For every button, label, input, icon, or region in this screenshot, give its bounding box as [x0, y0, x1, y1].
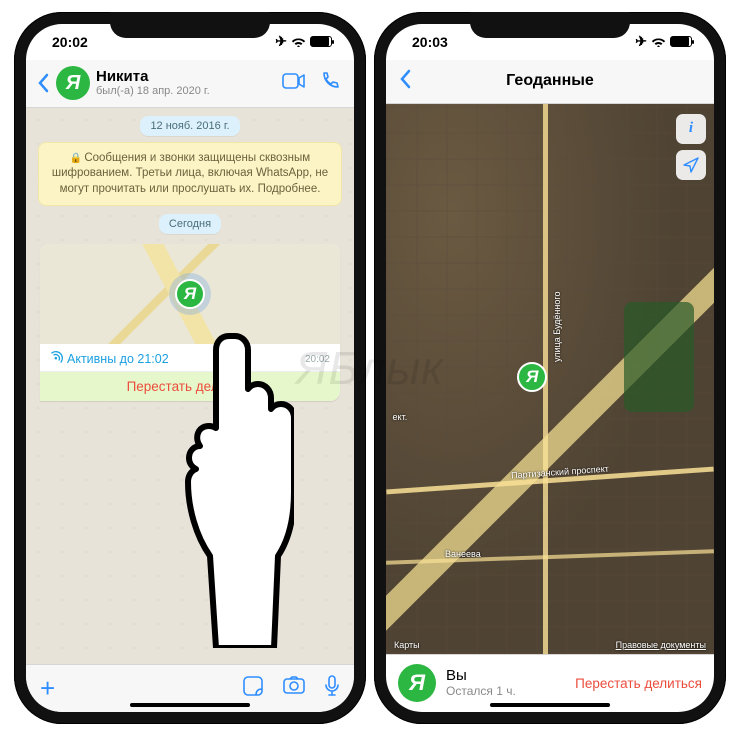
time-remaining: Остался 1 ч.	[446, 684, 516, 698]
stop-sharing-button[interactable]: Перестать делиться	[575, 676, 702, 691]
date-pill: 12 нояб. 2016 г.	[140, 116, 239, 136]
chat-header: Я Никита был(-а) 18 апр. 2020 г.	[26, 60, 354, 108]
location-pin: Я	[169, 273, 211, 315]
pointer-hand-icon	[174, 328, 294, 648]
screen-geodata: 20:03 ✈︎ Геоданные улица Будённого Парти…	[386, 24, 714, 712]
info-button[interactable]: i	[676, 114, 706, 144]
phone-right: 20:03 ✈︎ Геоданные улица Будённого Парти…	[374, 12, 726, 724]
map-attribution: Карты Правовые документы	[394, 640, 706, 650]
page-title: Геоданные	[422, 72, 678, 90]
location-pin[interactable]: Я	[517, 362, 551, 396]
airplane-icon: ✈︎	[275, 33, 287, 50]
park-area	[624, 302, 694, 412]
home-indicator[interactable]	[130, 703, 250, 707]
camera-icon[interactable]	[282, 675, 306, 702]
mic-icon[interactable]	[324, 675, 340, 702]
wifi-icon	[651, 34, 666, 50]
back-button[interactable]	[398, 69, 422, 94]
locate-button[interactable]	[676, 150, 706, 180]
screen-whatsapp: 20:02 ✈︎ Я Никита был(-а) 18 апр. 2020 г…	[26, 24, 354, 712]
status-time: 20:02	[52, 34, 88, 50]
notch	[110, 12, 270, 38]
pin-avatar: Я	[517, 362, 547, 392]
status-right: ✈︎	[635, 33, 692, 50]
broadcast-icon	[50, 351, 63, 367]
avatar: Я	[398, 664, 436, 702]
back-button[interactable]	[36, 73, 50, 93]
phone-left: 20:02 ✈︎ Я Никита был(-а) 18 апр. 2020 г…	[14, 12, 366, 724]
avatar[interactable]: Я	[56, 66, 90, 100]
encryption-banner[interactable]: 🔒Сообщения и звонки защищены сквозным ши…	[38, 142, 342, 207]
attach-button[interactable]: +	[40, 673, 55, 704]
map-provider: Карты	[394, 640, 420, 650]
chat-title-block[interactable]: Никита был(-а) 18 апр. 2020 г.	[96, 69, 210, 98]
today-pill: Сегодня	[159, 214, 221, 234]
map-controls: i	[676, 114, 706, 180]
contact-name: Никита	[96, 69, 210, 86]
road	[386, 549, 714, 564]
active-until: Активны до 21:02	[67, 352, 169, 366]
street-label: улица Будённого	[552, 291, 562, 361]
battery-icon	[310, 36, 332, 47]
notch	[470, 12, 630, 38]
you-label: Вы	[446, 668, 516, 685]
video-call-icon[interactable]	[278, 69, 310, 98]
legal-link[interactable]: Правовые документы	[616, 640, 706, 650]
status-time: 20:03	[412, 34, 448, 50]
home-indicator[interactable]	[490, 703, 610, 707]
wifi-icon	[291, 34, 306, 50]
satellite-map[interactable]: улица Будённого Партизанский проспект Ва…	[386, 104, 714, 654]
airplane-icon: ✈︎	[635, 33, 647, 50]
chat-body[interactable]: 12 нояб. 2016 г. 🔒Сообщения и звонки защ…	[26, 108, 354, 664]
street-label: ект.	[393, 412, 408, 422]
last-seen: был(-а) 18 апр. 2020 г.	[96, 85, 210, 97]
battery-icon	[670, 36, 692, 47]
status-right: ✈︎	[275, 33, 332, 50]
voice-call-icon[interactable]	[316, 67, 344, 100]
street-label: Ванеева	[445, 549, 481, 559]
pin-avatar: Я	[175, 279, 205, 309]
bubble-time: 20:02	[305, 354, 330, 365]
geodata-header: Геоданные	[386, 60, 714, 104]
sticker-icon[interactable]	[242, 675, 264, 702]
lock-icon: 🔒	[70, 153, 82, 164]
